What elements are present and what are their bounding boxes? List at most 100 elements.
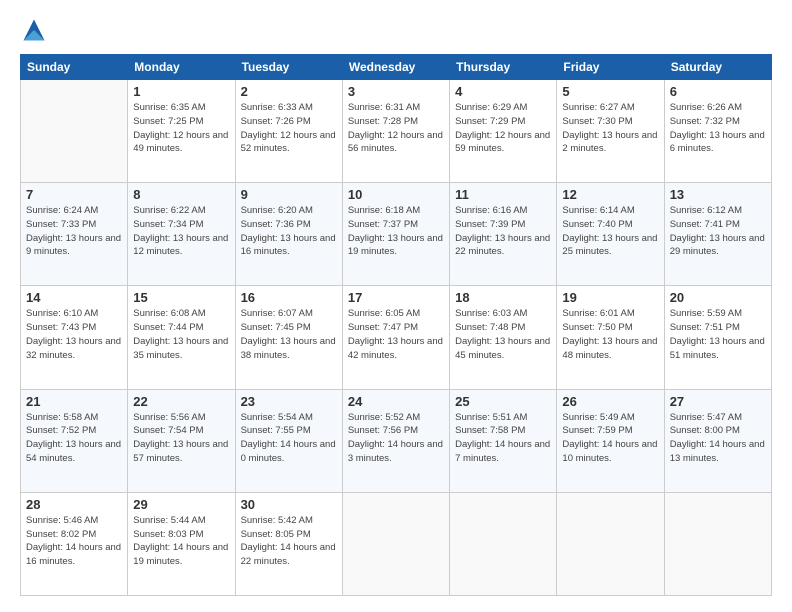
- day-info: Sunrise: 5:49 AM Sunset: 7:59 PM Dayligh…: [562, 411, 658, 466]
- day-number: 8: [133, 187, 229, 202]
- calendar-cell: 15Sunrise: 6:08 AM Sunset: 7:44 PM Dayli…: [128, 286, 235, 389]
- calendar-cell: 18 Sunrise: 6:03 AM Sunset: 7:48 PM Dayli…: [450, 286, 557, 389]
- calendar-cell: [557, 492, 664, 595]
- weekday-header-sunday: Sunday: [21, 55, 128, 80]
- day-info: Sunrise: 5:44 AM Sunset: 8:03 PM Dayligh…: [133, 514, 229, 569]
- day-info: Sunrise: 6:03 AM Sunset: 7:48 PM Dayligh…: [455, 307, 551, 362]
- day-info: Sunrise: 6:20 AM Sunset: 7:36 PM Dayligh…: [241, 204, 337, 259]
- day-number: 27: [670, 394, 766, 409]
- day-info: Sunrise: 5:54 AM Sunset: 7:55 PM Dayligh…: [241, 411, 337, 466]
- week-row-1: 1 Sunrise: 6:35 AM Sunset: 7:25 PM Daylig…: [21, 80, 772, 183]
- day-info: Sunrise: 5:58 AM Sunset: 7:52 PM Dayligh…: [26, 411, 122, 466]
- week-row-5: 28 Sunrise: 5:46 AM Sunset: 8:02 PM Dayli…: [21, 492, 772, 595]
- calendar-cell: 6 Sunrise: 6:26 AM Sunset: 7:32 PM Daylig…: [664, 80, 771, 183]
- calendar-cell: 9 Sunrise: 6:20 AM Sunset: 7:36 PM Daylig…: [235, 183, 342, 286]
- day-number: 12: [562, 187, 658, 202]
- day-number: 22: [133, 394, 229, 409]
- calendar-cell: 19 Sunrise: 6:01 AM Sunset: 7:50 PM Dayli…: [557, 286, 664, 389]
- day-number: 7: [26, 187, 122, 202]
- day-info: Sunrise: 5:59 AM Sunset: 7:51 PM Dayligh…: [670, 307, 766, 362]
- calendar-cell: 23 Sunrise: 5:54 AM Sunset: 7:55 PM Dayli…: [235, 389, 342, 492]
- weekday-header-saturday: Saturday: [664, 55, 771, 80]
- day-number: 26: [562, 394, 658, 409]
- calendar-cell: 2 Sunrise: 6:33 AM Sunset: 7:26 PM Daylig…: [235, 80, 342, 183]
- weekday-header-row: SundayMondayTuesdayWednesdayThursdayFrid…: [21, 55, 772, 80]
- day-info: Sunrise: 5:46 AM Sunset: 8:02 PM Dayligh…: [26, 514, 122, 569]
- day-info: Sunrise: 6:26 AM Sunset: 7:32 PM Dayligh…: [670, 101, 766, 156]
- weekday-header-monday: Monday: [128, 55, 235, 80]
- calendar-cell: 21Sunrise: 5:58 AM Sunset: 7:52 PM Dayli…: [21, 389, 128, 492]
- day-info: Sunrise: 6:24 AM Sunset: 7:33 PM Dayligh…: [26, 204, 122, 259]
- calendar-cell: [664, 492, 771, 595]
- day-info: Sunrise: 6:16 AM Sunset: 7:39 PM Dayligh…: [455, 204, 551, 259]
- day-info: Sunrise: 6:18 AM Sunset: 7:37 PM Dayligh…: [348, 204, 444, 259]
- calendar-cell: 13Sunrise: 6:12 AM Sunset: 7:41 PM Dayli…: [664, 183, 771, 286]
- day-number: 24: [348, 394, 444, 409]
- calendar-cell: [342, 492, 449, 595]
- day-number: 9: [241, 187, 337, 202]
- day-number: 5: [562, 84, 658, 99]
- day-info: Sunrise: 5:51 AM Sunset: 7:58 PM Dayligh…: [455, 411, 551, 466]
- day-info: Sunrise: 6:10 AM Sunset: 7:43 PM Dayligh…: [26, 307, 122, 362]
- weekday-header-thursday: Thursday: [450, 55, 557, 80]
- day-number: 6: [670, 84, 766, 99]
- weekday-header-wednesday: Wednesday: [342, 55, 449, 80]
- calendar-cell: 22 Sunrise: 5:56 AM Sunset: 7:54 PM Dayli…: [128, 389, 235, 492]
- calendar-cell: 17 Sunrise: 6:05 AM Sunset: 7:47 PM Dayli…: [342, 286, 449, 389]
- day-number: 17: [348, 290, 444, 305]
- day-number: 30: [241, 497, 337, 512]
- day-number: 18: [455, 290, 551, 305]
- day-number: 15: [133, 290, 229, 305]
- day-number: 29: [133, 497, 229, 512]
- calendar-cell: [450, 492, 557, 595]
- day-info: Sunrise: 5:47 AM Sunset: 8:00 PM Dayligh…: [670, 411, 766, 466]
- calendar-cell: 7 Sunrise: 6:24 AM Sunset: 7:33 PM Daylig…: [21, 183, 128, 286]
- calendar-cell: 16 Sunrise: 6:07 AM Sunset: 7:45 PM Dayli…: [235, 286, 342, 389]
- day-info: Sunrise: 5:56 AM Sunset: 7:54 PM Dayligh…: [133, 411, 229, 466]
- calendar-cell: 27 Sunrise: 5:47 AM Sunset: 8:00 PM Dayli…: [664, 389, 771, 492]
- calendar-table: SundayMondayTuesdayWednesdayThursdayFrid…: [20, 54, 772, 596]
- day-info: Sunrise: 6:05 AM Sunset: 7:47 PM Dayligh…: [348, 307, 444, 362]
- weekday-header-tuesday: Tuesday: [235, 55, 342, 80]
- logo-icon: [20, 16, 48, 44]
- day-info: Sunrise: 6:35 AM Sunset: 7:25 PM Dayligh…: [133, 101, 229, 156]
- calendar-cell: 3Sunrise: 6:31 AM Sunset: 7:28 PM Daylig…: [342, 80, 449, 183]
- week-row-2: 7 Sunrise: 6:24 AM Sunset: 7:33 PM Daylig…: [21, 183, 772, 286]
- day-info: Sunrise: 6:12 AM Sunset: 7:41 PM Dayligh…: [670, 204, 766, 259]
- week-row-4: 21Sunrise: 5:58 AM Sunset: 7:52 PM Dayli…: [21, 389, 772, 492]
- day-info: Sunrise: 5:42 AM Sunset: 8:05 PM Dayligh…: [241, 514, 337, 569]
- calendar-cell: 14Sunrise: 6:10 AM Sunset: 7:43 PM Dayli…: [21, 286, 128, 389]
- weekday-header-friday: Friday: [557, 55, 664, 80]
- calendar-cell: 20 Sunrise: 5:59 AM Sunset: 7:51 PM Dayli…: [664, 286, 771, 389]
- day-info: Sunrise: 6:22 AM Sunset: 7:34 PM Dayligh…: [133, 204, 229, 259]
- calendar-cell: 29 Sunrise: 5:44 AM Sunset: 8:03 PM Dayli…: [128, 492, 235, 595]
- calendar-cell: 12Sunrise: 6:14 AM Sunset: 7:40 PM Dayli…: [557, 183, 664, 286]
- day-info: Sunrise: 6:07 AM Sunset: 7:45 PM Dayligh…: [241, 307, 337, 362]
- day-number: 28: [26, 497, 122, 512]
- day-info: Sunrise: 6:01 AM Sunset: 7:50 PM Dayligh…: [562, 307, 658, 362]
- calendar-cell: 5Sunrise: 6:27 AM Sunset: 7:30 PM Daylig…: [557, 80, 664, 183]
- header: [20, 16, 772, 44]
- day-number: 20: [670, 290, 766, 305]
- day-info: Sunrise: 5:52 AM Sunset: 7:56 PM Dayligh…: [348, 411, 444, 466]
- calendar-cell: 24 Sunrise: 5:52 AM Sunset: 7:56 PM Dayli…: [342, 389, 449, 492]
- week-row-3: 14Sunrise: 6:10 AM Sunset: 7:43 PM Dayli…: [21, 286, 772, 389]
- day-number: 25: [455, 394, 551, 409]
- day-number: 4: [455, 84, 551, 99]
- day-number: 3: [348, 84, 444, 99]
- day-number: 16: [241, 290, 337, 305]
- day-number: 10: [348, 187, 444, 202]
- day-info: Sunrise: 6:29 AM Sunset: 7:29 PM Dayligh…: [455, 101, 551, 156]
- calendar-cell: 8 Sunrise: 6:22 AM Sunset: 7:34 PM Daylig…: [128, 183, 235, 286]
- day-number: 19: [562, 290, 658, 305]
- day-number: 1: [133, 84, 229, 99]
- calendar-cell: 10 Sunrise: 6:18 AM Sunset: 7:37 PM Dayli…: [342, 183, 449, 286]
- calendar-cell: 30 Sunrise: 5:42 AM Sunset: 8:05 PM Dayli…: [235, 492, 342, 595]
- day-number: 11: [455, 187, 551, 202]
- calendar-cell: 11 Sunrise: 6:16 AM Sunset: 7:39 PM Dayli…: [450, 183, 557, 286]
- calendar-cell: 4 Sunrise: 6:29 AM Sunset: 7:29 PM Daylig…: [450, 80, 557, 183]
- day-number: 23: [241, 394, 337, 409]
- day-info: Sunrise: 6:33 AM Sunset: 7:26 PM Dayligh…: [241, 101, 337, 156]
- day-number: 2: [241, 84, 337, 99]
- calendar-cell: [21, 80, 128, 183]
